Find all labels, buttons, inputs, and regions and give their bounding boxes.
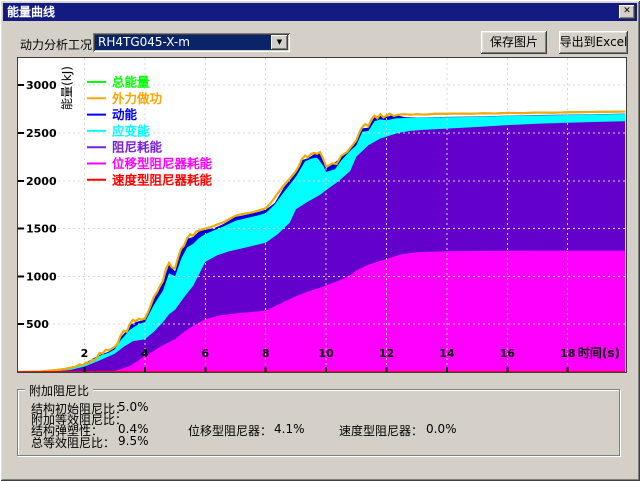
chart-svg: 500 1000 1500 2000 2500 3000 2 4 6 8 10 12 14 16 18时间(…: [18, 58, 626, 372]
chevron-down-icon: ▼: [277, 38, 282, 46]
y-tick-label: 1000: [26, 270, 57, 283]
save-image-button[interactable]: 保存图片: [481, 31, 547, 54]
displacement-damper-label: 位移型阻尼器：: [188, 422, 272, 439]
total-damping-value: 9.5%: [118, 434, 149, 448]
x-tick-label: 14: [439, 347, 455, 360]
condition-selected-value: RH4TG045-X-m: [95, 35, 271, 50]
legend-label: 外力做功: [111, 91, 162, 106]
total-damping-label: 总等效阻尼比：: [31, 434, 115, 451]
y-axis-title: 能量(kJ): [60, 66, 74, 110]
displacement-damper-value: 4.1%: [274, 422, 305, 436]
legend-label: 动能: [112, 107, 138, 122]
window-title: 能量曲线: [7, 5, 55, 19]
condition-combobox[interactable]: RH4TG045-X-m ▼: [93, 33, 290, 52]
x-tick-label: 18: [560, 347, 575, 360]
close-icon: ✕: [623, 6, 631, 16]
combobox-dropdown-button[interactable]: ▼: [271, 35, 288, 50]
legend-label: 总能量: [112, 75, 150, 90]
x-axis-title: 时间(s): [578, 345, 620, 360]
x-tick-label: 4: [141, 347, 149, 360]
energy-chart: 500 1000 1500 2000 2500 3000 2 4 6 8 10 12 14 16 18时间(…: [17, 57, 627, 373]
export-excel-button[interactable]: 导出到Excel: [559, 31, 628, 54]
legend-label: 应变能: [112, 123, 150, 138]
legend-label: 速度型阻尼器耗能: [112, 172, 213, 187]
velocity-damper-label: 速度型阻尼器：: [339, 422, 423, 439]
y-tick-label: 3000: [26, 79, 57, 92]
y-tick-label: 2000: [26, 175, 57, 188]
energy-curve-window: 能量曲线 ✕ 动力分析工况 RH4TG045-X-m ▼ 保存图片 导出到Exc…: [0, 0, 640, 481]
y-tick-label: 2500: [26, 127, 57, 140]
x-tick-label: 10: [318, 347, 334, 360]
x-tick-label: 12: [379, 347, 394, 360]
velocity-damper-value: 0.0%: [426, 422, 457, 436]
y-tick-label: 500: [26, 318, 49, 331]
x-tick-label: 6: [201, 347, 209, 360]
legend-label: 位移型阻尼器耗能: [112, 156, 213, 171]
title-bar[interactable]: 能量曲线 ✕: [3, 3, 637, 21]
x-tick-label: 8: [262, 347, 270, 360]
x-tick-label: 2: [81, 347, 89, 360]
legend-label: 阻尼耗能: [112, 140, 163, 155]
groupbox-caption: 附加阻尼比: [25, 382, 93, 399]
condition-label: 动力分析工况: [20, 36, 92, 53]
close-button[interactable]: ✕: [619, 5, 635, 19]
damping-ratio-groupbox: 附加阻尼比 结构初始阻尼比： 5.0% 附加等效阻尼比： 结构弹塑性： 0.4%…: [17, 389, 620, 456]
x-tick-label: 16: [500, 347, 516, 360]
y-tick-label: 1500: [26, 223, 57, 236]
